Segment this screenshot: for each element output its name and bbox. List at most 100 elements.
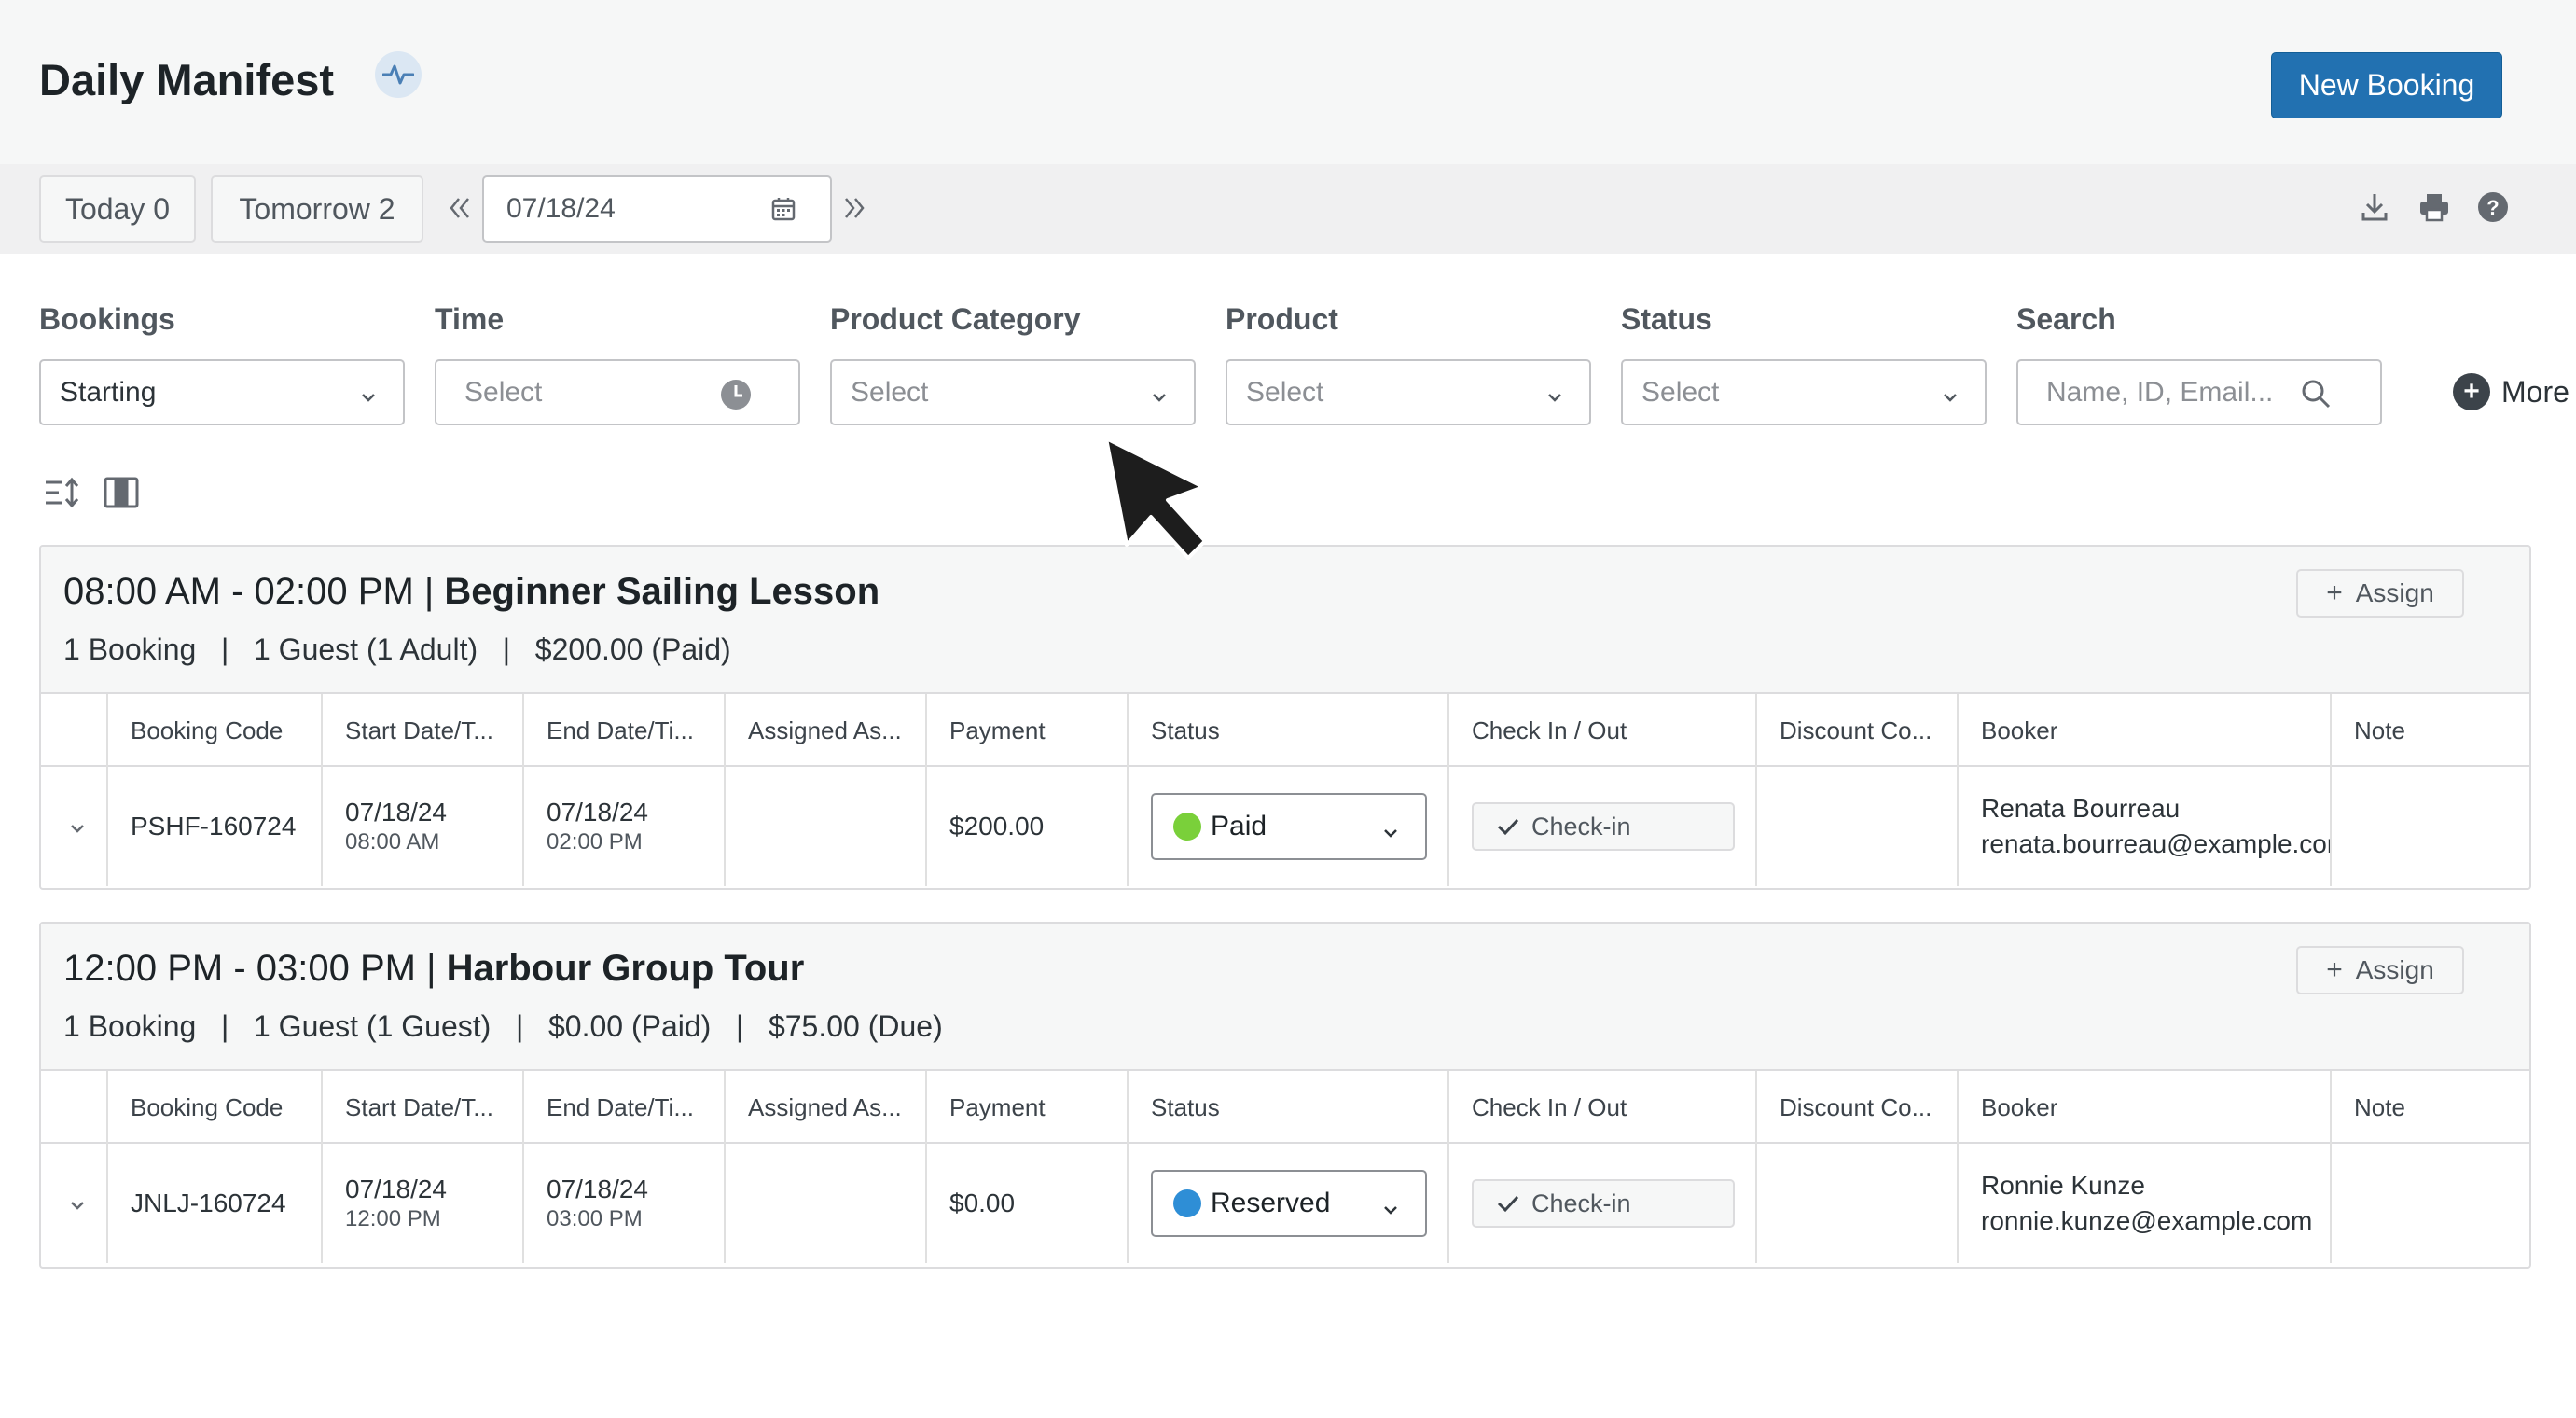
chevron-down-icon[interactable] <box>67 1192 88 1222</box>
assign-button[interactable]: + Assign <box>2296 569 2464 618</box>
column-header[interactable]: End Date/Ti... <box>522 1071 724 1144</box>
note-cell <box>2330 1144 2529 1263</box>
double-chevron-right-icon[interactable] <box>840 187 868 229</box>
column-header[interactable]: Start Date/T... <box>321 694 522 767</box>
column-header[interactable]: Note <box>2330 694 2529 767</box>
plus-circle-icon: + <box>2453 373 2490 410</box>
booking-code[interactable]: PSHF-160724 <box>131 812 321 841</box>
bookings-filter-select[interactable]: Starting <box>39 359 405 425</box>
start-time: 08:00 AM <box>345 829 440 855</box>
column-header[interactable]: Booking Code <box>106 1071 321 1144</box>
booker-cell: Ronnie Kunze ronnie.kunze@example.com <box>1957 1144 2330 1263</box>
column-header[interactable]: Start Date/T... <box>321 1071 522 1144</box>
group-summary: 1 Booking | 1 Guest (1 Adult) | $200.00 … <box>63 633 731 666</box>
column-header[interactable]: Payment <box>925 694 1127 767</box>
column-header[interactable]: Check In / Out <box>1447 1071 1755 1144</box>
group-time-range: 08:00 AM - 02:00 PM | <box>63 571 435 612</box>
check-in-button[interactable]: Check-in <box>1472 802 1735 851</box>
column-header[interactable]: Status <box>1127 694 1447 767</box>
date-picker-input[interactable]: 07/18/24 <box>482 175 832 243</box>
chevron-down-icon <box>1544 383 1565 415</box>
check-in-button[interactable]: Check-in <box>1472 1179 1735 1228</box>
assign-button[interactable]: + Assign <box>2296 946 2464 994</box>
product-filter-select[interactable]: Select <box>1226 359 1591 425</box>
download-icon[interactable] <box>2356 188 2393 226</box>
column-header[interactable]: Discount Co... <box>1755 1071 1957 1144</box>
check-in-label: Check-in <box>1531 1189 1631 1217</box>
group-product-name: Beginner Sailing Lesson <box>444 571 880 612</box>
column-header[interactable]: Note <box>2330 1071 2529 1144</box>
group-title: 12:00 PM - 03:00 PM | Harbour Group Tour <box>63 948 804 990</box>
column-header[interactable]: Status <box>1127 1071 1447 1144</box>
search-filter-label: Search <box>2016 302 2116 336</box>
status-select[interactable]: Paid <box>1151 793 1427 860</box>
column-header[interactable]: Booking Code <box>106 694 321 767</box>
booking-group-header: 08:00 AM - 02:00 PM | Beginner Sailing L… <box>41 547 2529 694</box>
start-date-cell: 07/18/24 08:00 AM <box>321 767 522 886</box>
checkmark-icon <box>1497 1195 1519 1213</box>
assign-label: Assign <box>2355 955 2434 984</box>
tomorrow-button[interactable]: Tomorrow 2 <box>211 175 423 243</box>
mouse-cursor-icon <box>1102 435 1214 566</box>
status-placeholder: Select <box>1641 376 1720 408</box>
booking-code-cell[interactable]: PSHF-160724 <box>106 767 321 886</box>
expand-cell <box>41 1144 106 1263</box>
chevron-down-icon <box>1149 383 1170 415</box>
help-icon[interactable]: ? <box>2474 188 2512 226</box>
column-header[interactable]: Discount Co... <box>1755 694 1957 767</box>
chevron-down-icon[interactable] <box>67 815 88 845</box>
end-date-cell: 07/18/24 02:00 PM <box>522 767 724 886</box>
today-button[interactable]: Today 0 <box>39 175 196 243</box>
status-filter-select[interactable]: Select <box>1621 359 1987 425</box>
payment-cell: $200.00 <box>925 767 1127 886</box>
sort-rows-icon[interactable] <box>43 474 80 511</box>
product-category-filter-label: Product Category <box>830 302 1081 336</box>
assigned-cell <box>724 1144 925 1263</box>
chevron-down-icon <box>1940 383 1960 415</box>
new-booking-button[interactable]: New Booking <box>2271 52 2502 118</box>
table-header: Booking Code Start Date/T... End Date/Ti… <box>41 694 2529 767</box>
booking-code-cell[interactable]: JNLJ-160724 <box>106 1144 321 1263</box>
end-time: 03:00 PM <box>547 1206 643 1231</box>
chevron-down-icon <box>1380 819 1401 851</box>
booker-email[interactable]: renata.bourreau@example.com <box>1981 829 2330 859</box>
column-header[interactable]: Assigned As... <box>724 694 925 767</box>
column-header[interactable]: Booker <box>1957 694 2330 767</box>
end-date: 07/18/24 <box>547 1175 648 1203</box>
status-value: Reserved <box>1211 1188 1331 1218</box>
payment-cell: $0.00 <box>925 1144 1127 1263</box>
svg-text:?: ? <box>2486 196 2499 219</box>
group-summary: 1 Booking | 1 Guest (1 Guest) | $0.00 (P… <box>63 1009 943 1043</box>
activity-pulse-icon[interactable] <box>375 51 422 98</box>
column-header[interactable]: Check In / Out <box>1447 694 1755 767</box>
checkmark-icon <box>1497 818 1519 836</box>
time-filter-placeholder: Select <box>464 376 543 408</box>
assign-label: Assign <box>2355 578 2434 607</box>
search-input[interactable]: Name, ID, Email... <box>2016 359 2382 425</box>
booking-code[interactable]: JNLJ-160724 <box>131 1189 321 1218</box>
column-header[interactable]: Payment <box>925 1071 1127 1144</box>
booker-email[interactable]: ronnie.kunze@example.com <box>1981 1206 2330 1236</box>
product-category-placeholder: Select <box>851 376 929 408</box>
double-chevron-left-icon[interactable] <box>446 187 474 229</box>
column-header[interactable]: Booker <box>1957 1071 2330 1144</box>
status-cell: Paid <box>1127 767 1447 886</box>
booking-group: 12:00 PM - 03:00 PM | Harbour Group Tour… <box>39 922 2531 1269</box>
status-dot-icon <box>1173 1189 1201 1217</box>
table-row: JNLJ-160724 07/18/24 12:00 PM 07/18/24 03:… <box>41 1144 2529 1263</box>
column-header[interactable]: End Date/Ti... <box>522 694 724 767</box>
expand-column-header <box>41 1071 106 1144</box>
status-select[interactable]: Reserved <box>1151 1170 1427 1237</box>
start-date-cell: 07/18/24 12:00 PM <box>321 1144 522 1263</box>
product-category-filter-select[interactable]: Select <box>830 359 1196 425</box>
print-icon[interactable] <box>2416 188 2453 226</box>
date-toolbar: Today 0 Tomorrow 2 07/18/24 ? <box>0 164 2576 254</box>
table-header: Booking Code Start Date/T... End Date/Ti… <box>41 1071 2529 1144</box>
column-header[interactable]: Assigned As... <box>724 1071 925 1144</box>
product-filter-label: Product <box>1226 302 1338 336</box>
calendar-icon[interactable] <box>770 196 796 229</box>
clock-icon <box>720 379 752 418</box>
columns-toggle-icon[interactable] <box>103 474 140 511</box>
time-filter-input[interactable]: Select <box>435 359 800 425</box>
more-filters-button[interactable]: + More <box>2453 373 2569 410</box>
